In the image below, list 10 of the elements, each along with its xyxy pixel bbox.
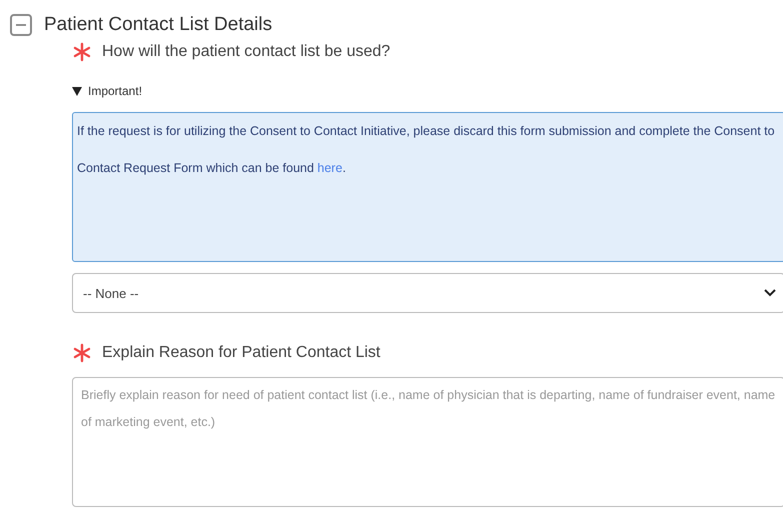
- question-label: Explain Reason for Patient Contact List: [102, 344, 380, 362]
- dropdown[interactable]: -- None --: [72, 273, 783, 313]
- section-title: Patient Contact List Details: [44, 14, 272, 36]
- disclosure-toggle[interactable]: Important!: [72, 84, 142, 98]
- triangle-icon: [72, 86, 82, 96]
- question-label: How will the patient contact list be used?: [102, 43, 390, 61]
- notice-text: If the request is for utilizing the Consent to Contact Initiative, please discard this form submission and complete the Consent to Contact Request Form which can be found here.: [77, 123, 776, 177]
- collapse-toggle[interactable]: [10, 14, 32, 36]
- chevron-down-icon: [764, 289, 776, 297]
- reason-field[interactable]: Briefly explain reason for need of patient contact list (i.e., name of physician that is departing, name of fundraiser event, name of marketing event, etc.): [72, 377, 783, 507]
